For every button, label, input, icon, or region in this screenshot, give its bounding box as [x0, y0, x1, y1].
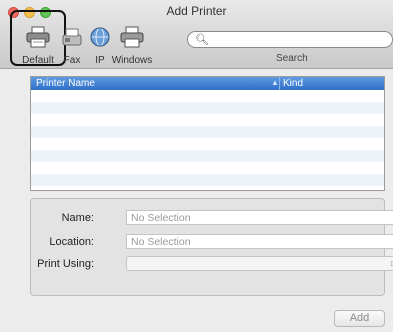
toolbar-windows-button[interactable]: Windows: [112, 20, 152, 66]
select-arrows-icon: ↕: [389, 258, 393, 268]
empty-row: [31, 126, 384, 138]
printer-details-panel: Name: No Selection Location: No Selectio…: [30, 198, 393, 296]
empty-row: [31, 174, 384, 186]
empty-row: [31, 102, 384, 114]
name-field[interactable]: No Selection: [126, 210, 393, 225]
sort-ascending-icon: ▲: [271, 78, 279, 87]
printer-list-header: Printer Name ▲ Kind: [31, 77, 384, 90]
windows-printer-icon: [120, 26, 144, 48]
location-field[interactable]: No Selection: [126, 234, 393, 249]
empty-row: [31, 90, 384, 102]
search-label: Search: [276, 53, 308, 64]
print-using-label: Print Using:: [37, 258, 94, 270]
name-label: Name:: [61, 212, 94, 224]
search-field[interactable]: 🔍︎: [187, 31, 393, 48]
default-printer-icon: [26, 26, 50, 48]
printer-list-rows: [31, 90, 384, 186]
window-titlebar: Add Printer Default Fax IP Windows 🔍︎ Se…: [0, 0, 393, 69]
search-icon: 🔍︎: [195, 34, 209, 46]
toolbar-windows-label: Windows: [111, 55, 153, 66]
empty-row: [31, 162, 384, 174]
empty-row: [31, 150, 384, 162]
empty-row: [31, 138, 384, 150]
empty-row: [31, 114, 384, 126]
column-header-kind[interactable]: Kind: [283, 78, 303, 89]
add-button[interactable]: Add: [334, 310, 385, 327]
location-label: Location:: [49, 236, 94, 248]
column-header-printer-name[interactable]: Printer Name: [36, 78, 95, 89]
column-divider: [279, 77, 280, 90]
print-using-select[interactable]: ↕: [126, 256, 393, 271]
printer-list[interactable]: Printer Name ▲ Kind: [30, 76, 385, 191]
ip-globe-icon: [90, 27, 110, 47]
